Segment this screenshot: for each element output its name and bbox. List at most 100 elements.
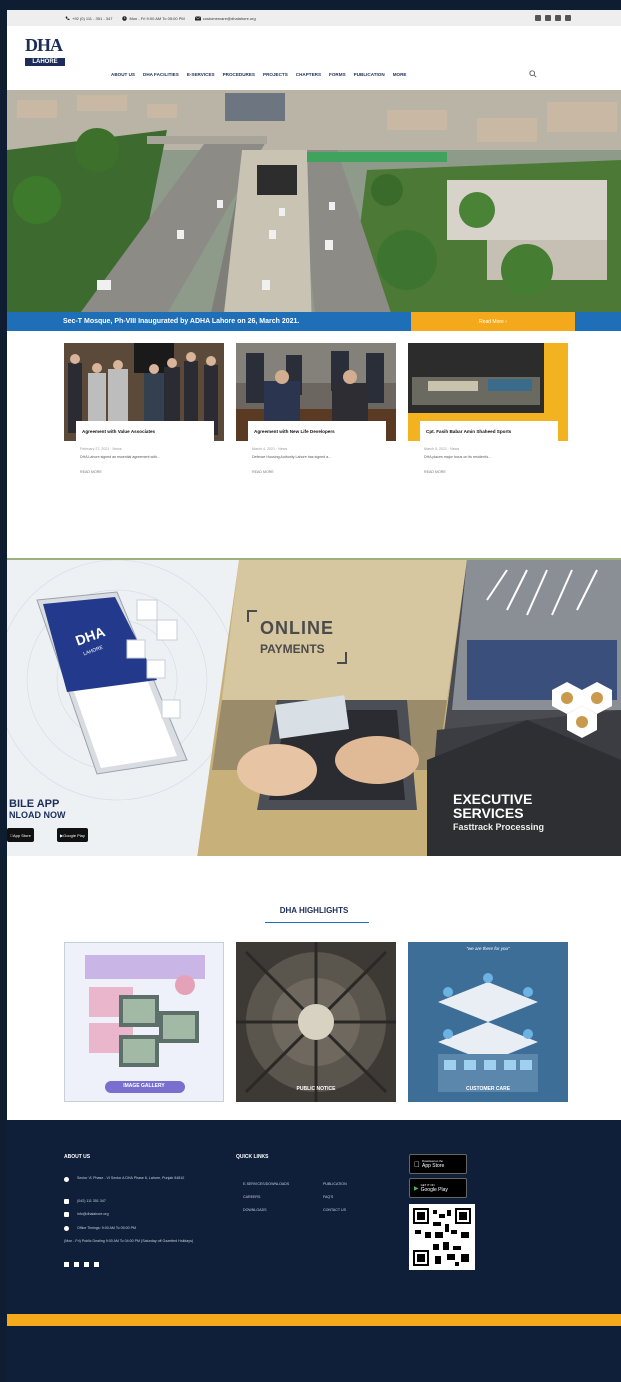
highlight-label: CUSTOMER CARE bbox=[465, 1086, 511, 1092]
nav-publication[interactable]: PUBLICATION bbox=[354, 72, 385, 77]
twitter-icon[interactable] bbox=[94, 1262, 99, 1267]
footer-link[interactable]: PUBLICATION bbox=[323, 1182, 347, 1187]
news-card[interactable]: Agreement with Value Associates February… bbox=[64, 343, 224, 503]
news-meta: March 5, 2021 · News bbox=[424, 447, 460, 451]
news-title[interactable]: Cpt. Fasih Babar Amin Shaheed Sports bbox=[420, 421, 558, 441]
news-card[interactable]: Agreement with New Life Developers March… bbox=[236, 343, 396, 503]
executive-services-subtitle: Fasttrack Processing bbox=[453, 822, 545, 832]
app-store-label: App Store bbox=[416, 1163, 444, 1169]
highlight-public-notice[interactable]: PUBLIC NOTICE bbox=[236, 942, 396, 1102]
youtube-icon[interactable] bbox=[555, 15, 561, 21]
mobile-app-title: BILE APP bbox=[9, 798, 60, 810]
nav-more[interactable]: MORE bbox=[393, 72, 407, 77]
play-icon: ▶ bbox=[414, 1185, 419, 1192]
highlights-underline bbox=[265, 922, 369, 923]
instagram-icon[interactable] bbox=[74, 1262, 79, 1267]
qr-code bbox=[409, 1204, 475, 1270]
footer: ABOUT US Sector 'A' Phase - VI Sector A … bbox=[7, 1120, 621, 1314]
google-play-button[interactable]: ▶ Google Play bbox=[57, 828, 88, 842]
qr-code-icon bbox=[409, 1204, 475, 1270]
hours-contact: Mon - Fri 9:00 AM To 05:00 PM bbox=[122, 15, 185, 21]
footer-app-store-badge[interactable]:  Download on the App Store bbox=[409, 1154, 467, 1174]
news-title[interactable]: Agreement with Value Associates bbox=[76, 421, 214, 441]
highlight-customer-care[interactable]: "we are there for you" CUSTOMER CARE bbox=[408, 942, 568, 1102]
phone-text: +92 (0) 111 - 351 - 347 bbox=[72, 15, 113, 21]
top-contact-bar: +92 (0) 111 - 351 - 347 Mon - Fri 9:00 A… bbox=[7, 10, 621, 26]
site-header: DHA LAHORE ABOUT US DHA FACILITIES E-SER… bbox=[7, 26, 621, 90]
news-meta: March 4, 2021 · News bbox=[252, 447, 288, 451]
hero-caption: Sec-T Mosque, Ph-VIII Inaugurated by ADH… bbox=[63, 318, 300, 325]
news-excerpt: DHA Lahore signed an essential agreement… bbox=[80, 455, 160, 459]
facebook-icon[interactable] bbox=[64, 1262, 69, 1267]
logo-mark: DHA bbox=[25, 35, 63, 55]
nav-about-us[interactable]: ABOUT US bbox=[111, 72, 135, 77]
footer-social bbox=[64, 1262, 99, 1267]
online-payments-title[interactable]: ONLINE bbox=[260, 618, 334, 639]
footer-google-play-badge[interactable]: ▶ GET IT ON Google Play bbox=[409, 1178, 467, 1198]
youtube-icon[interactable] bbox=[84, 1262, 89, 1267]
clock-icon bbox=[122, 15, 128, 21]
email-contact[interactable]: customercare@dhalahore.org bbox=[194, 15, 256, 21]
exec-title-line-2: SERVICES bbox=[453, 805, 524, 821]
notice-illustration bbox=[236, 942, 396, 1102]
news-read-more-link[interactable]: READ MORE bbox=[80, 470, 224, 474]
news-title[interactable]: Agreement with New Life Developers bbox=[248, 421, 386, 441]
highlight-label: IMAGE GALLERY bbox=[123, 1083, 165, 1089]
nav-forms[interactable]: FORMS bbox=[329, 72, 346, 77]
email-text: customercare@dhalahore.org bbox=[202, 15, 256, 21]
social-links bbox=[535, 15, 571, 21]
dha-logo[interactable]: DHA LAHORE bbox=[25, 34, 65, 84]
footer-about-heading: ABOUT US bbox=[64, 1154, 91, 1160]
arrow-right-icon: › bbox=[503, 318, 507, 325]
news-card[interactable]: Cpt. Fasih Babar Amin Shaheed Sports Mar… bbox=[408, 343, 568, 503]
footer-accent-strip bbox=[7, 1314, 621, 1326]
news-read-more-link[interactable]: READ MORE bbox=[424, 470, 568, 474]
footer-bottom-bar bbox=[7, 1326, 621, 1382]
footer-link[interactable]: E-SERVICES/DOWNLOADS bbox=[243, 1182, 289, 1187]
app-store-label: App Store bbox=[10, 832, 31, 838]
phone-icon bbox=[64, 1199, 69, 1204]
main-nav: ABOUT US DHA FACILITIES E-SERVICES PROCE… bbox=[111, 72, 406, 77]
phone-icon bbox=[65, 16, 70, 20]
customer-care-illustration bbox=[408, 942, 568, 1102]
news-excerpt: DHA places major focus on its resident's… bbox=[424, 455, 492, 459]
highlight-image-gallery[interactable]: IMAGE GALLERY bbox=[64, 942, 224, 1102]
online-payments-subtitle: PAYMENTS bbox=[260, 642, 325, 656]
app-store-button[interactable]:  App Store bbox=[7, 828, 34, 842]
footer-link[interactable]: CONTACT US bbox=[323, 1208, 346, 1213]
phone-contact[interactable]: +92 (0) 111 - 351 - 347 bbox=[65, 16, 112, 21]
nav-e-services[interactable]: E-SERVICES bbox=[187, 72, 215, 77]
footer-quick-links-heading: QUICK LINKS bbox=[236, 1154, 269, 1160]
location-icon bbox=[64, 1177, 69, 1182]
highlights-heading: DHA HIGHLIGHTS bbox=[279, 906, 349, 915]
logo-city: LAHORE bbox=[25, 58, 65, 66]
gallery-illustration bbox=[65, 943, 223, 1101]
nav-projects[interactable]: PROJECTS bbox=[263, 72, 288, 77]
hero-slider[interactable] bbox=[7, 90, 621, 331]
facebook-icon[interactable] bbox=[535, 15, 541, 21]
highlight-label: PUBLIC NOTICE bbox=[296, 1086, 336, 1092]
clock-icon bbox=[64, 1226, 69, 1231]
customer-care-tagline: "we are there for you" bbox=[466, 946, 510, 951]
hero-read-more-button[interactable]: Read More › bbox=[411, 312, 575, 331]
footer-email[interactable]: info@dhalahore.org bbox=[77, 1212, 109, 1217]
footer-link[interactable]: DOWNLOADS bbox=[243, 1208, 267, 1213]
footer-link[interactable]: CAREERS bbox=[243, 1195, 260, 1200]
footer-link[interactable]: FAQ'S bbox=[323, 1195, 333, 1200]
exec-title-line-1: EXECUTIVE bbox=[453, 791, 533, 807]
executive-services-title[interactable]: EXECUTIVE SERVICES bbox=[453, 792, 532, 820]
news-read-more-link[interactable]: READ MORE bbox=[252, 470, 396, 474]
instagram-icon[interactable] bbox=[545, 15, 551, 21]
hero-caption-bar: Sec-T Mosque, Ph-VIII Inaugurated by ADH… bbox=[7, 312, 621, 331]
footer-phone[interactable]: (042) 111 351 347 bbox=[77, 1199, 106, 1204]
footer-address: Sector 'A' Phase - VI Sector A DHA Phase… bbox=[77, 1176, 185, 1180]
twitter-icon[interactable] bbox=[565, 15, 571, 21]
footer-timing: Office Timings: 9:00 AM To 05:00 PM bbox=[77, 1226, 136, 1230]
nav-chapters[interactable]: CHAPTERS bbox=[296, 72, 321, 77]
news-meta: February 27, 2021 · News bbox=[80, 447, 122, 451]
hours-text: Mon - Fri 9:00 AM To 05:00 PM bbox=[129, 15, 185, 21]
nav-procedures[interactable]: PROCEDURES bbox=[223, 72, 255, 77]
nav-dha-facilities[interactable]: DHA FACILITIES bbox=[143, 72, 179, 77]
google-play-label: Google Play bbox=[63, 832, 85, 838]
search-icon[interactable] bbox=[529, 70, 537, 78]
